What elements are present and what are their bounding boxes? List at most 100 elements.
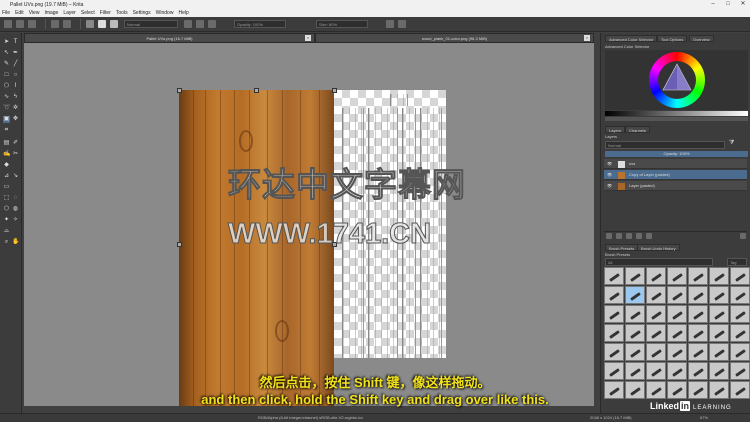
save-icon[interactable] — [28, 20, 36, 28]
menu-edit[interactable]: Edit — [15, 10, 24, 16]
brush-preset[interactable] — [667, 324, 687, 342]
close-button[interactable]: ✕ — [736, 0, 750, 9]
polyline-tool-icon[interactable]: ⌇ — [12, 83, 19, 90]
brush-preset[interactable] — [646, 267, 666, 285]
transform-handle[interactable] — [332, 88, 337, 93]
menu-tools[interactable]: Tools — [116, 10, 128, 16]
brush-preset[interactable] — [646, 324, 666, 342]
edit-shapes-tool-icon[interactable]: ↖ — [3, 50, 10, 57]
colorize-mask-tool-icon[interactable]: ✍ — [3, 151, 10, 158]
open-document-icon[interactable] — [16, 20, 24, 28]
size-slider[interactable]: Size: 60% — [316, 20, 368, 28]
tab-wood-plank[interactable]: wood_plank_01-color.png (96.3 MiB) × — [315, 33, 594, 43]
preserve-alpha-icon[interactable] — [196, 20, 204, 28]
transform-handle[interactable] — [177, 242, 182, 247]
new-document-icon[interactable] — [4, 20, 12, 28]
brush-preset[interactable] — [730, 267, 750, 285]
brush-preset[interactable] — [730, 343, 750, 361]
gradient-tool-icon[interactable]: ▤ — [3, 140, 10, 147]
similar-color-selection-tool-icon[interactable]: ✧ — [12, 217, 19, 224]
mirror-horizontal-icon[interactable] — [386, 20, 394, 28]
eye-icon[interactable]: 👁 — [607, 181, 612, 191]
brush-preset[interactable] — [667, 343, 687, 361]
polygonal-selection-tool-icon[interactable]: ⬡ — [3, 206, 10, 213]
hue-ring[interactable] — [649, 52, 705, 108]
brush-preset[interactable] — [730, 286, 750, 304]
eraser-mode-icon[interactable] — [184, 20, 192, 28]
multibrush-tool-icon[interactable]: ✲ — [12, 105, 19, 112]
maximize-button[interactable]: □ — [721, 0, 735, 9]
brush-preset[interactable] — [730, 305, 750, 323]
layer-row-layer-pasted[interactable]: 👁 Layer (pasted) — [604, 181, 747, 191]
menu-help[interactable]: Help — [178, 10, 188, 16]
brush-preset[interactable] — [709, 286, 729, 304]
brush-preset[interactable] — [625, 267, 645, 285]
gradient-swatch[interactable] — [86, 20, 94, 28]
menu-view[interactable]: View — [29, 10, 40, 16]
brush-preset[interactable] — [709, 305, 729, 323]
brush-preset[interactable] — [646, 305, 666, 323]
brush-preset-icon[interactable] — [110, 20, 118, 28]
menu-select[interactable]: Select — [81, 10, 95, 16]
measure-tool-icon[interactable]: ↘ — [12, 173, 19, 180]
crop-tool-icon[interactable]: ⌗ — [3, 127, 10, 134]
brush-preset[interactable] — [688, 324, 708, 342]
brush-preset[interactable] — [688, 286, 708, 304]
close-tab-icon[interactable]: × — [305, 35, 311, 41]
wrap-around-icon[interactable] — [208, 20, 216, 28]
undo-icon[interactable] — [51, 20, 59, 28]
tab-brush-presets[interactable]: Brush Presets — [605, 244, 639, 251]
brush-preset[interactable] — [604, 343, 624, 361]
reference-images-tool-icon[interactable]: ▭ — [3, 184, 10, 191]
zoom-tool-icon[interactable]: ⌕ — [3, 239, 10, 246]
text-tool-icon[interactable]: T — [12, 39, 19, 46]
color-picker-tool-icon[interactable]: ✐ — [12, 140, 19, 147]
brush-tag-button[interactable]: Tag — [727, 258, 747, 266]
dynamic-brush-tool-icon[interactable]: ➰ — [3, 105, 10, 112]
layer-blend-mode[interactable]: Normal — [605, 141, 725, 149]
assistant-tool-icon[interactable]: ⊿ — [3, 173, 10, 180]
transform-tool-icon[interactable]: ▣ — [3, 116, 10, 123]
zoom-level[interactable]: 67% — [700, 414, 708, 422]
brush-preset[interactable] — [604, 267, 624, 285]
select-shapes-tool-icon[interactable]: ➤ — [3, 39, 10, 46]
layer-row-uvs[interactable]: 👁 uvs — [604, 159, 747, 169]
tab-pallet-uvs[interactable]: Pallet UVs.png (16.7 MiB) × — [24, 33, 315, 43]
polygon-tool-icon[interactable]: ⬠ — [3, 83, 10, 90]
move-layer-up-icon[interactable] — [626, 233, 632, 239]
saturation-value-triangle[interactable] — [661, 62, 693, 94]
brush-preset[interactable] — [604, 305, 624, 323]
menu-image[interactable]: Image — [44, 10, 58, 16]
brush-preset[interactable] — [709, 267, 729, 285]
duplicate-layer-icon[interactable] — [616, 233, 622, 239]
move-tool-icon[interactable]: ✥ — [12, 116, 19, 123]
calligraphy-tool-icon[interactable]: ✒ — [12, 50, 19, 57]
pattern-swatch[interactable] — [98, 20, 106, 28]
blend-mode-select[interactable]: Normal — [124, 20, 178, 28]
freehand-path-tool-icon[interactable]: ϟ — [12, 94, 19, 101]
menu-layer[interactable]: Layer — [63, 10, 76, 16]
brush-tag-filter[interactable]: All — [605, 258, 713, 266]
delete-layer-icon[interactable] — [740, 233, 746, 239]
mirror-vertical-icon[interactable] — [398, 20, 406, 28]
brush-preset[interactable] — [730, 324, 750, 342]
tab-brush-undo-history[interactable]: Brush Undo History — [637, 244, 680, 251]
brush-preset[interactable] — [688, 267, 708, 285]
pan-tool-icon[interactable]: ✋ — [12, 239, 19, 246]
tab-layers[interactable]: Layers — [605, 126, 626, 133]
freehand-selection-tool-icon[interactable]: ◍ — [12, 206, 19, 213]
brush-preset[interactable] — [709, 343, 729, 361]
opacity-slider[interactable]: Opacity: 100% — [234, 20, 286, 28]
tab-overview[interactable]: Overview — [689, 35, 714, 42]
line-tool-icon[interactable]: ╱ — [12, 61, 19, 68]
brush-preset[interactable] — [625, 305, 645, 323]
eye-icon[interactable]: 👁 — [607, 170, 612, 180]
color-history-bar[interactable] — [605, 117, 748, 121]
eye-icon[interactable]: 👁 — [607, 159, 612, 169]
menu-filter[interactable]: Filter — [100, 10, 111, 16]
brush-preset[interactable] — [667, 305, 687, 323]
lightness-bar[interactable] — [605, 111, 748, 116]
add-layer-icon[interactable] — [606, 233, 612, 239]
brush-preset[interactable] — [604, 324, 624, 342]
menu-file[interactable]: File — [2, 10, 10, 16]
